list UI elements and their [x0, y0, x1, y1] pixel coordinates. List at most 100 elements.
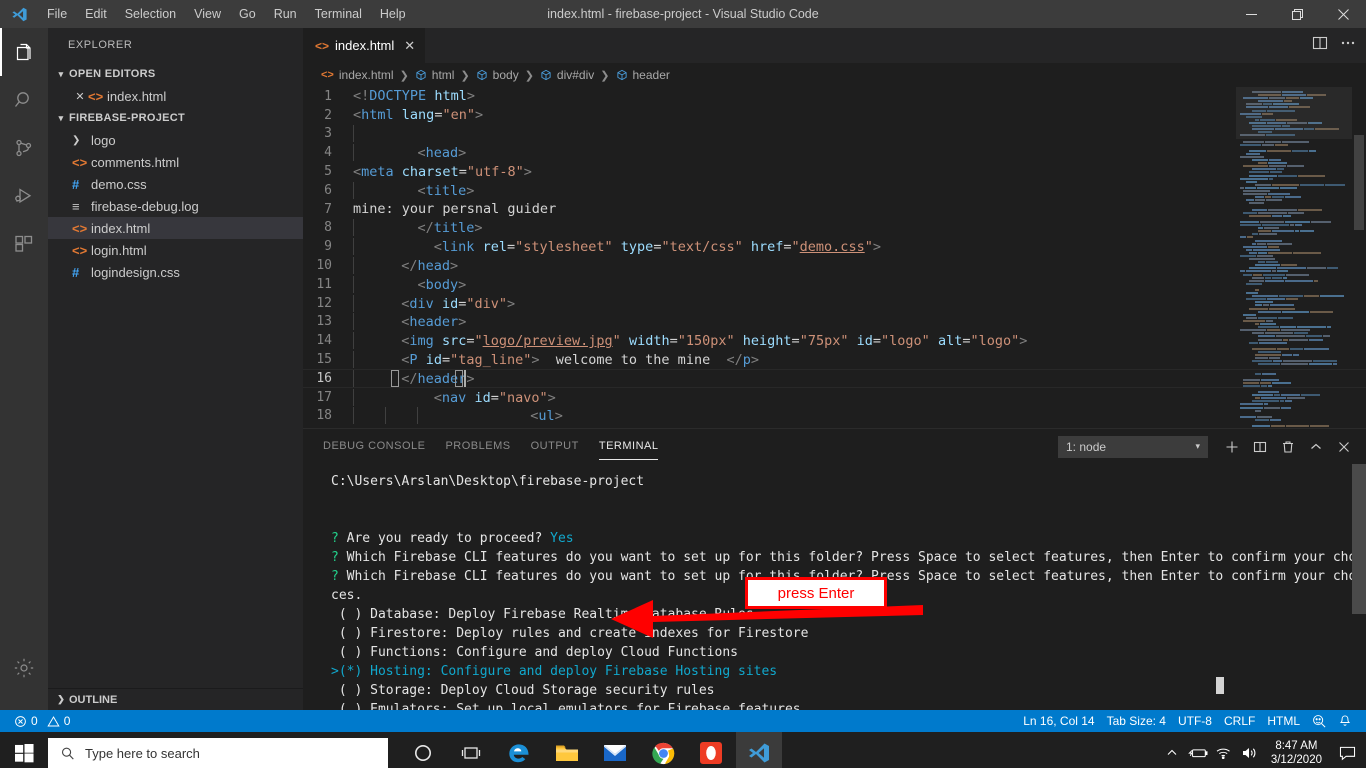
menu-file[interactable]: File	[38, 0, 76, 28]
microsoft-edge-icon[interactable]	[496, 732, 542, 768]
tree-item-comments-html[interactable]: <> comments.html	[48, 151, 303, 173]
task-view-icon[interactable]	[448, 732, 494, 768]
windows-start-icon[interactable]	[0, 732, 48, 768]
show-hidden-icons-icon[interactable]	[1159, 732, 1185, 768]
action-center-icon[interactable]	[1330, 732, 1364, 768]
activity-source-control-icon[interactable]	[0, 124, 48, 172]
status-problems[interactable]: 0 0	[8, 710, 76, 732]
vscode-icon[interactable]	[736, 732, 782, 768]
activity-explorer-icon[interactable]	[0, 28, 48, 76]
code-line[interactable]: 15 <P id="tag_line"> welcome to the mine…	[303, 350, 1366, 369]
breadcrumb-file[interactable]: <> index.html	[321, 68, 394, 82]
split-editor-icon[interactable]	[1312, 35, 1328, 56]
tree-item-firebase-debug-log[interactable]: ≡ firebase-debug.log	[48, 195, 303, 217]
menu-edit[interactable]: Edit	[76, 0, 116, 28]
mail-icon[interactable]	[592, 732, 638, 768]
minimap-slider[interactable]	[1236, 87, 1352, 139]
kill-terminal-button[interactable]	[1274, 433, 1302, 461]
code-line[interactable]: 11 <body>	[303, 275, 1366, 294]
maximize-panel-button[interactable]	[1302, 433, 1330, 461]
status-cursor-position[interactable]: Ln 16, Col 14	[1017, 710, 1100, 732]
scrollbar-thumb[interactable]	[1352, 464, 1366, 614]
status-encoding[interactable]: UTF-8	[1172, 710, 1218, 732]
code-editor[interactable]: 1 <!DOCTYPE html> 2 <html lang="en"> 3 4 <hea…	[303, 87, 1366, 428]
maximize-restore-button[interactable]	[1274, 0, 1320, 28]
breadcrumb-div[interactable]: div#div	[540, 68, 594, 82]
menu-view[interactable]: View	[185, 0, 230, 28]
code-line[interactable]: 4 <head>	[303, 143, 1366, 162]
split-terminal-button[interactable]	[1246, 433, 1274, 461]
code-line[interactable]: 18 <ul>	[303, 407, 1366, 426]
line-content: <nav id="navo">	[353, 388, 556, 406]
menu-bar[interactable]: File Edit Selection View Go Run Terminal…	[38, 0, 415, 28]
close-panel-button[interactable]	[1330, 433, 1358, 461]
tree-item-index-html[interactable]: <> index.html	[48, 217, 303, 239]
tab-output[interactable]: OUTPUT	[521, 429, 589, 464]
wifi-icon[interactable]	[1211, 732, 1237, 768]
code-line[interactable]: 14 <img src="logo/preview.jpg" width="15…	[303, 331, 1366, 350]
file-explorer-icon[interactable]	[544, 732, 590, 768]
breadcrumb-body[interactable]: body	[476, 68, 519, 82]
code-line[interactable]: 1 <!DOCTYPE html>	[303, 87, 1366, 106]
status-tab-size[interactable]: Tab Size: 4	[1101, 710, 1172, 732]
google-chrome-icon[interactable]	[640, 732, 686, 768]
tree-item-logindesign-css[interactable]: # logindesign.css	[48, 261, 303, 283]
menu-terminal[interactable]: Terminal	[306, 0, 371, 28]
menu-go[interactable]: Go	[230, 0, 265, 28]
opera-icon[interactable]	[688, 732, 734, 768]
tab-index-html[interactable]: <> index.html ✕	[303, 28, 427, 63]
close-window-button[interactable]	[1320, 0, 1366, 28]
tab-debug-console[interactable]: DEBUG CONSOLE	[313, 429, 435, 464]
minimap[interactable]	[1236, 87, 1352, 428]
tree-item-logo[interactable]: ❯ logo	[48, 129, 303, 151]
tree-item-login-html[interactable]: <> login.html	[48, 239, 303, 261]
status-bell-icon[interactable]	[1332, 710, 1358, 732]
battery-icon[interactable]	[1185, 732, 1211, 768]
tree-item-demo-css[interactable]: # demo.css	[48, 173, 303, 195]
cortana-icon[interactable]	[400, 732, 446, 768]
menu-run[interactable]: Run	[265, 0, 306, 28]
tab-problems[interactable]: PROBLEMS	[435, 429, 520, 464]
breadcrumb-header[interactable]: header	[616, 68, 670, 82]
activity-run-debug-icon[interactable]	[0, 172, 48, 220]
open-editor-item[interactable]: ✕ <> index.html	[48, 85, 303, 107]
more-actions-icon[interactable]	[1340, 35, 1356, 56]
minimize-button[interactable]	[1228, 0, 1274, 28]
activity-extensions-icon[interactable]	[0, 220, 48, 268]
close-icon[interactable]: ✕	[404, 38, 415, 54]
new-terminal-button[interactable]	[1218, 433, 1246, 461]
menu-help[interactable]: Help	[371, 0, 415, 28]
scrollbar-thumb[interactable]	[1354, 135, 1364, 230]
code-line[interactable]: 7 mine: your persnal guider	[303, 200, 1366, 219]
code-line[interactable]: 5 <meta charset="utf-8">	[303, 162, 1366, 181]
window-controls[interactable]	[1228, 0, 1366, 28]
code-line[interactable]: 6 <title>	[303, 181, 1366, 200]
terminal-scrollbar[interactable]	[1352, 464, 1366, 710]
code-line[interactable]: 8 </title>	[303, 219, 1366, 238]
code-line[interactable]: 12 <div id="div">	[303, 294, 1366, 313]
status-eol[interactable]: CRLF	[1218, 710, 1261, 732]
code-line[interactable]: 9 <link rel="stylesheet" type="text/css"…	[303, 237, 1366, 256]
code-line[interactable]: 17 <nav id="navo">	[303, 388, 1366, 407]
volume-icon[interactable]	[1237, 732, 1263, 768]
activity-settings-gear-icon[interactable]	[0, 644, 48, 692]
section-firebase-project[interactable]: ▾ FIREBASE-PROJECT	[48, 107, 303, 129]
section-outline[interactable]: ❯ OUTLINE	[48, 688, 303, 710]
close-icon[interactable]: ✕	[72, 90, 88, 103]
activity-search-icon[interactable]	[0, 76, 48, 124]
code-line[interactable]: 2 <html lang="en">	[303, 106, 1366, 125]
breadcrumb-html[interactable]: html	[415, 68, 454, 82]
code-line[interactable]: 3	[303, 125, 1366, 144]
status-feedback-icon[interactable]	[1306, 710, 1332, 732]
code-line[interactable]: 10 </head>	[303, 256, 1366, 275]
taskbar-search-box[interactable]: Type here to search	[48, 738, 388, 768]
code-line[interactable]: 13 <header>	[303, 313, 1366, 332]
tab-terminal[interactable]: TERMINAL	[589, 429, 669, 464]
terminal-output[interactable]: C:\Users\Arslan\Desktop\firebase-project…	[303, 464, 1366, 710]
taskbar-clock[interactable]: 8:47 AM 3/12/2020	[1263, 739, 1330, 767]
terminal-select[interactable]: 1: node ▾	[1058, 435, 1208, 458]
editor-scrollbar[interactable]	[1352, 87, 1366, 428]
menu-selection[interactable]: Selection	[116, 0, 185, 28]
section-open-editors[interactable]: ▾ OPEN EDITORS	[48, 63, 303, 85]
status-language-mode[interactable]: HTML	[1261, 710, 1306, 732]
